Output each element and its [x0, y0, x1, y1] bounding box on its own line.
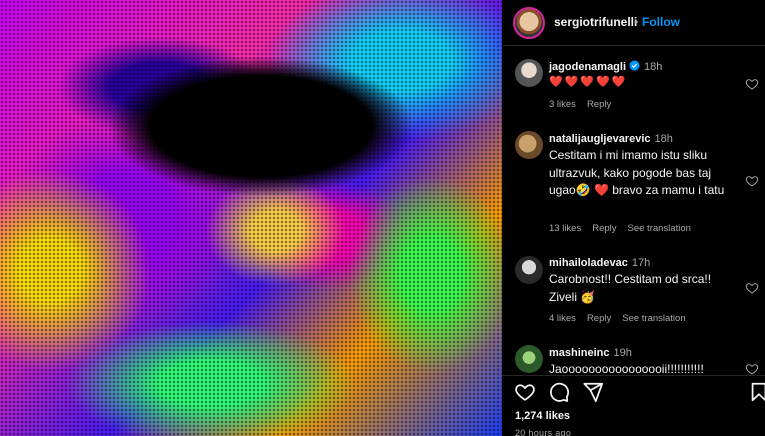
post-image[interactable] — [0, 0, 502, 436]
bookmark-icon[interactable] — [748, 381, 765, 403]
comment-icon[interactable] — [548, 381, 570, 403]
actions-divider — [502, 375, 765, 376]
comment-item: mashineinc 19h Jaoooooooooooooooii!!!!!!!… — [502, 0, 765, 375]
like-heart-icon[interactable] — [514, 381, 536, 403]
commenter-avatar[interactable] — [515, 345, 543, 373]
comment-like-heart-icon[interactable] — [745, 362, 759, 375]
comment-time: 19h — [613, 347, 632, 359]
commenter-username[interactable]: mashineinc — [549, 347, 610, 359]
post-likes-count[interactable]: 1,274 likes — [515, 410, 570, 422]
share-icon[interactable] — [582, 381, 604, 403]
comment-text: Jaoooooooooooooooii!!!!!!!!!!! — [549, 362, 704, 375]
post-timestamp: 20 hours ago — [515, 428, 572, 436]
post-side-panel: sergiotrifunelli • Follow jagodenamagli 1… — [502, 0, 765, 436]
